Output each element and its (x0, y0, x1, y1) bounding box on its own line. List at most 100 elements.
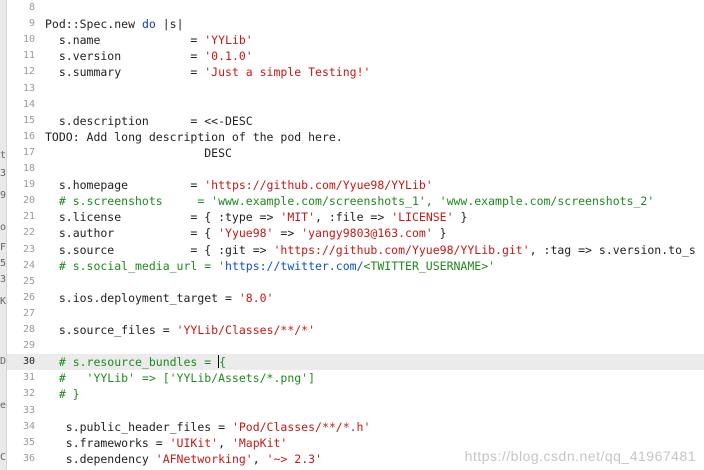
line-number: 32 (22, 388, 35, 400)
code-text[interactable]: s.summary = 'Just a simple Testing!' (45, 64, 371, 80)
clipped-text-fragment: e (0, 400, 6, 411)
code-token: |s| (155, 17, 184, 32)
code-line[interactable]: 21 s.license = { :type => 'MIT', :file =… (7, 209, 704, 225)
code-line[interactable]: 22 s.author = { 'Yyue98' => 'yangy9803@1… (7, 225, 704, 241)
code-text[interactable]: s.frameworks = 'UIKit', 'MapKit' (45, 435, 288, 451)
code-line[interactable]: 16 TODO: Add long description of the pod … (7, 129, 704, 145)
code-text[interactable]: s.name = 'YYLib' (45, 32, 253, 48)
line-number: 19 (22, 179, 35, 191)
code-line[interactable]: 18 (7, 161, 704, 177)
code-text[interactable]: s.public_header_files = 'Pod/Classes/**/… (45, 419, 371, 435)
code-line[interactable]: 24 # s.social_media_url = 'https://twitt… (7, 258, 704, 274)
code-token: 'https://github.com/Yyue98/YYLib' (204, 178, 433, 193)
code-line[interactable]: 19 s.homepage = 'https://github.com/Yyue… (7, 177, 704, 193)
code-text[interactable]: # } (45, 386, 80, 402)
code-editor[interactable]: t39oF53KDeC 8 9 Pod::Spec.new do |s| 10 s.n… (0, 0, 704, 470)
line-number: 17 (22, 146, 35, 158)
code-text[interactable]: # s.social_media_url = 'https://twitter.… (45, 258, 495, 274)
code-text[interactable]: TODO: Add long description of the pod he… (45, 129, 343, 145)
code-text[interactable]: s.version = '0.1.0' (45, 48, 253, 64)
code-token: # 'YYLib' => ['YYLib/Assets/*.png'] (45, 371, 316, 386)
code-line[interactable]: 27 (7, 306, 704, 322)
code-text[interactable]: s.license = { :type => 'MIT', :file => '… (45, 209, 468, 225)
code-token: # s.social_media_url = ' (45, 258, 226, 273)
code-line[interactable]: 20 # s.screenshots = 'www.example.com/sc… (7, 193, 704, 209)
code-token: Pod::Spec.new (45, 17, 142, 32)
clipped-text-fragment: 9 (0, 190, 6, 201)
code-line[interactable]: 12 s.summary = 'Just a simple Testing!' (7, 64, 704, 80)
code-token: { (219, 355, 227, 370)
code-token: , (252, 451, 267, 466)
code-line[interactable]: 10 s.name = 'YYLib' (7, 32, 704, 48)
line-number: 29 (22, 340, 35, 352)
code-token: 'MIT' (280, 210, 316, 225)
code-token: => (273, 226, 302, 241)
code-line[interactable]: 34 s.public_header_files = 'Pod/Classes/… (7, 419, 704, 435)
line-number: 9 (28, 18, 35, 30)
code-text[interactable]: s.source_files = 'YYLib/Classes/**/*' (45, 322, 315, 338)
clipped-text-fragment: K (0, 296, 6, 307)
code-text[interactable]: # 'YYLib' => ['YYLib/Assets/*.png'] (45, 370, 315, 386)
clipped-text-fragment: F (0, 242, 6, 253)
code-token: s.public_header_files = (45, 419, 232, 434)
left-panel-edge: t 3 9 oF 5 3 K De C (0, 0, 7, 470)
code-line[interactable]: 9 Pod::Spec.new do |s| (7, 16, 704, 32)
code-token: s.author = { (45, 226, 219, 241)
line-number: 35 (22, 436, 35, 448)
clipped-text-fragment: o (0, 222, 6, 233)
code-line[interactable]: 28 s.source_files = 'YYLib/Classes/**/*' (7, 322, 704, 338)
code-token: 'LICENSE' (391, 210, 454, 225)
code-text[interactable]: s.author = { 'Yyue98' => 'yangy9803@163.… (45, 225, 447, 241)
code-line[interactable]: 31 # 'YYLib' => ['YYLib/Assets/*.png'] (7, 370, 704, 386)
code-token: 'yangy9803@163.com' (301, 226, 433, 241)
code-token: s.version = (45, 49, 205, 64)
line-number: 30 (22, 356, 35, 368)
code-text[interactable]: s.source = { :git => 'https://github.com… (45, 242, 704, 258)
line-number: 10 (22, 34, 35, 46)
code-token: s.dependency (45, 451, 156, 466)
code-line[interactable]: 13 (7, 81, 704, 97)
code-token: # s.resource_bundles = (45, 355, 219, 370)
code-line[interactable]: 25 (7, 274, 704, 290)
code-token: do (141, 17, 156, 32)
line-number: 18 (22, 163, 35, 174)
line-number: 23 (22, 243, 35, 255)
code-line[interactable]: 11 s.version = '0.1.0' (7, 48, 704, 64)
code-line[interactable]: 23 s.source = { :git => 'https://github.… (7, 242, 704, 258)
code-token: s.summary = (45, 65, 205, 80)
code-token: # s.screenshots = 'www.example.com/scree… (45, 194, 655, 209)
code-token: '0.1.0' (204, 49, 253, 64)
code-text[interactable]: s.ios.deployment_target = '8.0' (45, 290, 274, 306)
code-text[interactable]: s.homepage = 'https://github.com/Yyue98/… (45, 177, 433, 193)
code-token: '8.0' (238, 290, 274, 305)
code-line[interactable]: 8 (7, 0, 704, 16)
code-token: 'YYLib' (204, 33, 253, 48)
code-text[interactable]: DESC (45, 145, 232, 161)
code-token: , (218, 435, 232, 450)
watermark: https://blog.csdn.net/qq_41967481 (464, 448, 696, 464)
code-text[interactable]: s.dependency 'AFNetworking', '~> 2.3' (45, 451, 322, 467)
code-token: s.source = { :git => (45, 242, 274, 257)
code-token: 'MapKit' (231, 435, 288, 450)
code-line[interactable]: 14 (7, 97, 704, 113)
code-text[interactable]: # s.resource_bundles = { (45, 354, 226, 370)
code-text[interactable]: Pod::Spec.new do |s| (45, 16, 184, 32)
code-line[interactable]: 32 # } (7, 386, 704, 402)
line-number: 24 (22, 259, 35, 271)
clipped-text-fragment: D (0, 356, 6, 367)
code-token: TODO: Add long description of the pod he… (45, 129, 343, 144)
code-line[interactable]: 17 DESC (7, 145, 704, 161)
line-number: 34 (22, 420, 35, 432)
clipped-text-fragment: 3 (0, 168, 6, 179)
code-token: s.source_files = (45, 323, 177, 337)
code-line[interactable]: 26 s.ios.deployment_target = '8.0' (7, 290, 704, 306)
code-token: s.description = <<-DESC (45, 113, 253, 128)
line-number: 36 (22, 452, 35, 464)
code-text[interactable]: # s.screenshots = 'www.example.com/scree… (45, 193, 654, 209)
code-line[interactable]: 15 s.description = <<-DESC (7, 113, 704, 129)
code-line[interactable]: 33 (7, 403, 704, 419)
code-line[interactable]: 30 # s.resource_bundles = { (7, 354, 704, 371)
code-token: 'AFNetworking' (155, 451, 253, 466)
code-text[interactable]: s.description = <<-DESC (45, 113, 253, 129)
code-line[interactable]: 29 (7, 338, 704, 354)
